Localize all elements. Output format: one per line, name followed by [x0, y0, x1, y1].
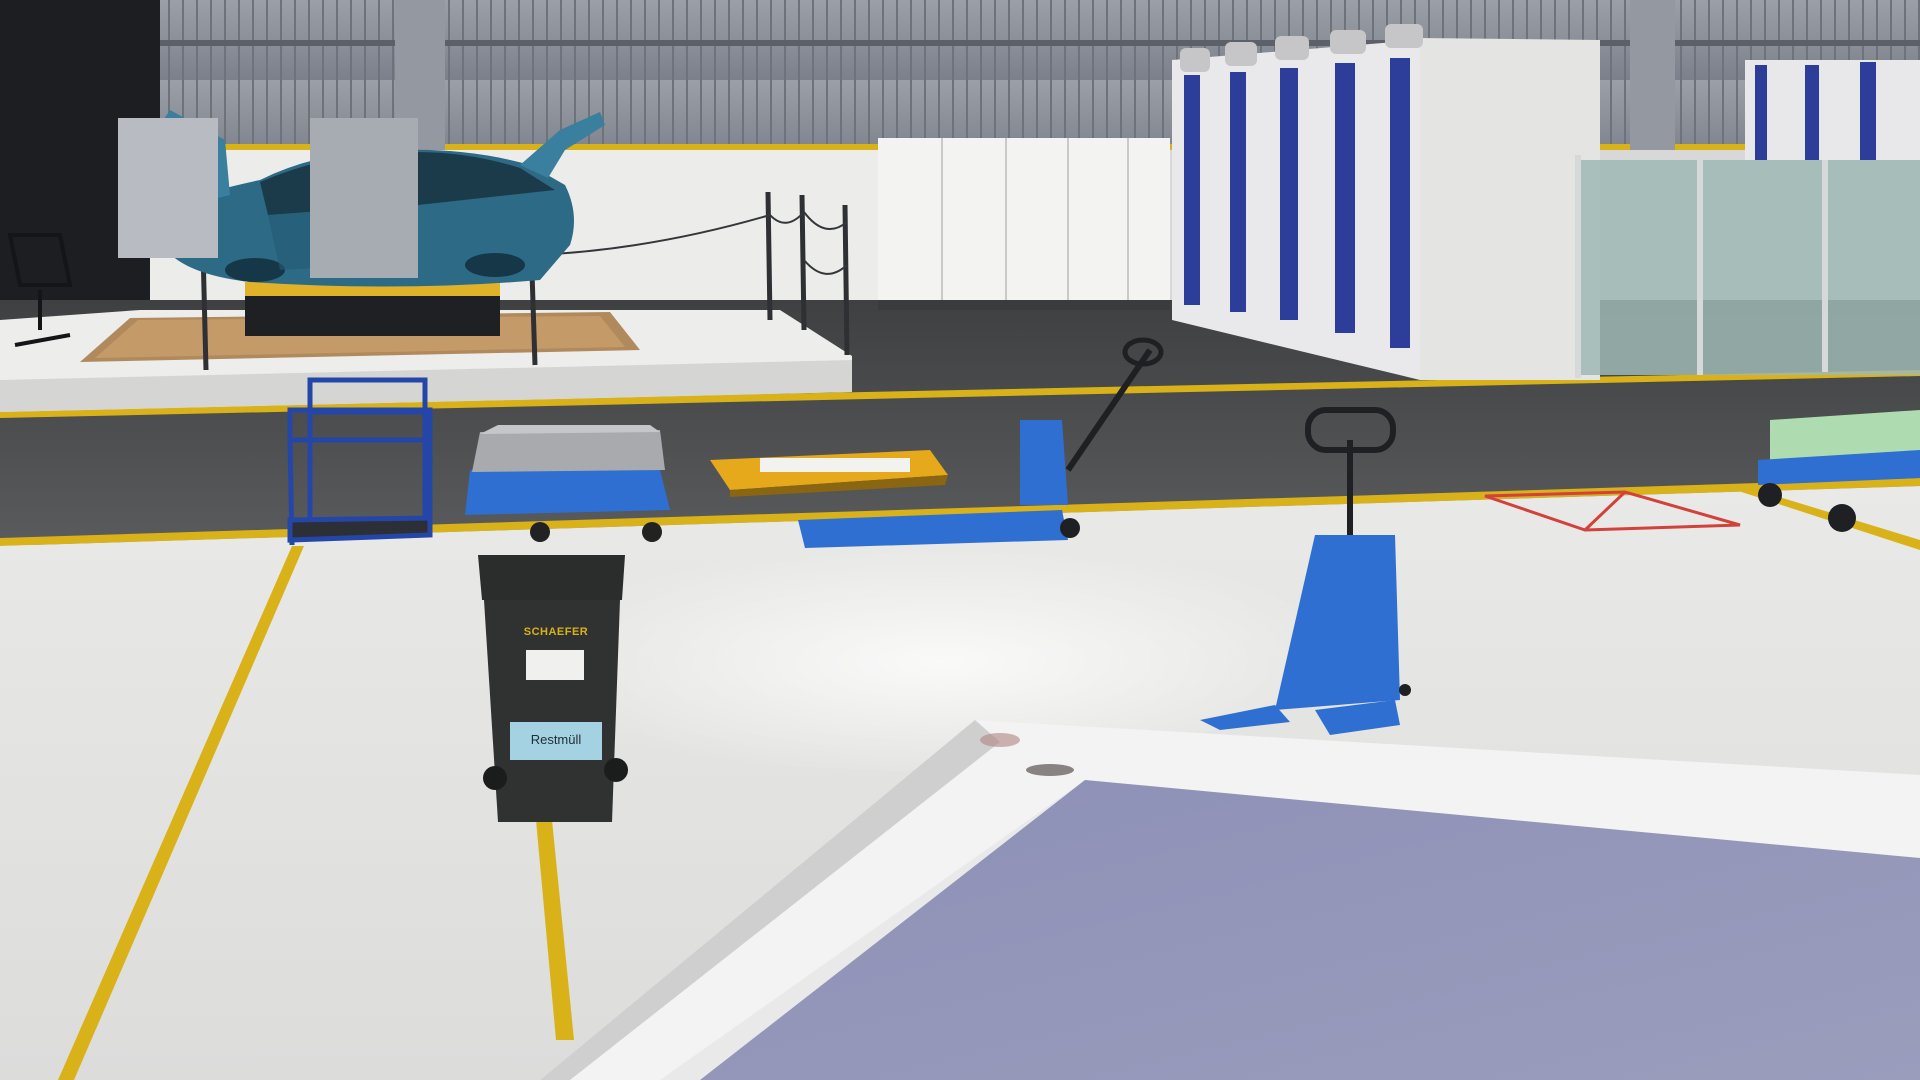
bin-sign-label: Restmüll — [530, 732, 582, 747]
white-cabinets — [878, 138, 1170, 310]
scene-canvas — [0, 0, 1920, 1080]
waste-bin — [478, 555, 628, 822]
factory-floor-scene: SCHAEFER Restmüll — [0, 0, 1920, 1080]
bin-brand-label: SCHAEFER — [523, 626, 589, 638]
storage-racks — [1172, 24, 1600, 380]
